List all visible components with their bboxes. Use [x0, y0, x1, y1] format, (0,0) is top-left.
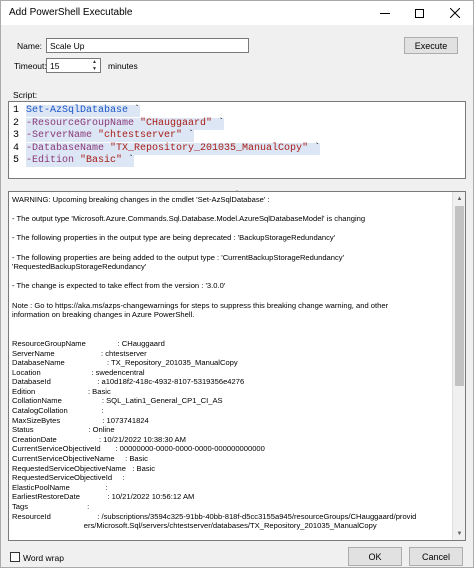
script-code: -Edition "Basic" `	[26, 155, 135, 167]
output-panel[interactable]: WARNING: Upcoming breaking changes in th…	[8, 191, 466, 541]
script-token: "Basic"	[80, 155, 123, 166]
splitter-handle[interactable]	[8, 185, 466, 192]
script-line[interactable]: 2 -ResourceGroupName "CHauggaard" `	[9, 117, 467, 130]
script-code: -ResourceGroupName "CHauggaard" `	[26, 117, 225, 130]
output-line: - The following properties are being add…	[12, 252, 345, 262]
ok-button[interactable]: OK	[348, 547, 402, 566]
output-line: WARNING: Upcoming breaking changes in th…	[12, 195, 270, 204]
script-code: Set-AzSqlDatabase `	[26, 105, 141, 117]
script-line[interactable]: 1 Set-AzSqlDatabase `	[9, 105, 467, 117]
spin-down-icon[interactable]: ▼	[89, 65, 100, 72]
word-wrap-checkbox[interactable]	[10, 552, 20, 562]
name-label: Name:	[17, 41, 43, 51]
script-token: `	[182, 130, 195, 141]
line-number: 2	[13, 117, 20, 129]
timeout-unit-label: minutes	[108, 61, 138, 71]
script-token: `	[212, 117, 225, 129]
close-button[interactable]	[438, 1, 472, 25]
script-token: `	[308, 142, 321, 154]
output-line: CurrentServiceObjectiveName : Basic	[12, 454, 148, 464]
script-token: `	[122, 155, 135, 166]
output-line: MaxSizeBytes : 1073741824	[12, 415, 149, 425]
output-line: RequestedServiceObjectiveId :	[12, 473, 125, 483]
output-line: RequestedServiceObjectiveName : Basic	[12, 463, 156, 473]
script-token: -ServerName	[26, 130, 93, 141]
close-icon	[450, 8, 460, 18]
output-line: ServerName : chtestserver	[12, 348, 147, 358]
scroll-up-icon[interactable]: ▲	[453, 192, 465, 205]
script-editor[interactable]: 1 Set-AzSqlDatabase ` 2 -ResourceGroupName …	[8, 101, 466, 179]
output-line: ResourceId : /subscriptions/3594c325-91b…	[12, 511, 417, 521]
line-number: 4	[13, 142, 20, 154]
output-line: ElasticPoolName :	[12, 482, 108, 492]
output-line: ResourceGroupName : CHauggaard	[12, 338, 165, 348]
output-line: Edition : Basic	[12, 386, 111, 396]
output-line: Note : Go to https://aka.ms/azps-changew…	[12, 300, 389, 310]
minimize-icon	[380, 12, 390, 14]
word-wrap-label: Word wrap	[23, 553, 64, 563]
script-token: `	[128, 105, 141, 116]
script-code: -DatabaseName "TX_Repository_201035_Manu…	[26, 142, 321, 155]
script-token: "TX_Repository_201035_ManualCopy"	[110, 142, 309, 154]
output-line: Status : Online	[12, 425, 115, 435]
execute-button[interactable]: Execute	[404, 37, 458, 54]
spin-up-icon[interactable]: ▲	[89, 58, 100, 65]
script-token: -Edition	[26, 155, 75, 166]
script-line[interactable]: 4 -DatabaseName "TX_Repository_201035_Man…	[9, 142, 467, 155]
output-line: Location : swedencentral	[12, 367, 145, 377]
output-line: CreateMode :	[12, 540, 450, 541]
output-line: CatalogCollation :	[12, 406, 104, 416]
minimize-button[interactable]	[368, 1, 402, 25]
maximize-icon	[414, 8, 424, 18]
script-line[interactable]: 3 -ServerName "chtestserver" `	[9, 130, 467, 142]
output-line: information on breaking changes in Azure…	[12, 310, 195, 320]
maximize-button[interactable]	[402, 1, 436, 25]
title-bar[interactable]: Add PowerShell Executable	[1, 1, 473, 25]
output-line: DatabaseId : a10d18f2-418c-4932-8107-531…	[12, 377, 245, 387]
output-line: DatabaseName : TX_Repository_201035_Manu…	[12, 358, 238, 368]
output-line: ers/Microsoft.Sql/servers/chtestserver/d…	[12, 521, 377, 531]
output-line: - The output type 'Microsoft.Azure.Comma…	[12, 214, 366, 224]
scroll-down-icon[interactable]: ▼	[453, 527, 465, 540]
output-line: CollationName : SQL_Latin1_General_CP1_C…	[12, 396, 223, 406]
line-number: 3	[13, 130, 20, 141]
script-token: -DatabaseName	[26, 142, 105, 154]
output-text: WARNING: Upcoming breaking changes in th…	[12, 195, 450, 541]
line-number: 5	[13, 155, 20, 166]
output-line: CurrentServiceObjectiveId : 00000000-000…	[12, 444, 265, 454]
script-token: "CHauggaard"	[140, 117, 213, 129]
output-line: - The following properties in the output…	[12, 233, 336, 243]
vertical-scrollbar[interactable]: ▲ ▼	[452, 192, 465, 540]
dialog-window: Add PowerShell Executable Name: Scale Up…	[0, 0, 474, 568]
script-label: Script:	[13, 90, 38, 100]
script-token: "chtestserver"	[98, 130, 183, 141]
cancel-button[interactable]: Cancel	[409, 547, 463, 566]
output-line: CreationDate : 10/21/2022 10:38:30 AM	[12, 434, 186, 444]
output-line: EarliestRestoreDate : 10/21/2022 10:56:1…	[12, 492, 195, 502]
output-line: Tags :	[12, 502, 90, 511]
script-code: -ServerName "chtestserver" `	[26, 130, 195, 142]
script-token: -ResourceGroupName	[26, 117, 135, 129]
script-line[interactable]: 5 -Edition "Basic" `	[9, 155, 467, 167]
scrollbar-thumb[interactable]	[455, 206, 464, 386]
name-input[interactable]: Scale Up	[46, 38, 249, 53]
line-number: 1	[13, 105, 20, 116]
timeout-label: Timeout:	[14, 61, 47, 71]
timeout-stepper[interactable]: ▲ ▼	[89, 58, 100, 73]
window-title: Add PowerShell Executable	[9, 7, 133, 18]
output-line: - The change is expected to take effect …	[12, 281, 226, 291]
script-token: Set-AzSqlDatabase	[26, 105, 129, 116]
output-line: 'RequestedBackupStorageRedundancy'	[12, 262, 147, 272]
